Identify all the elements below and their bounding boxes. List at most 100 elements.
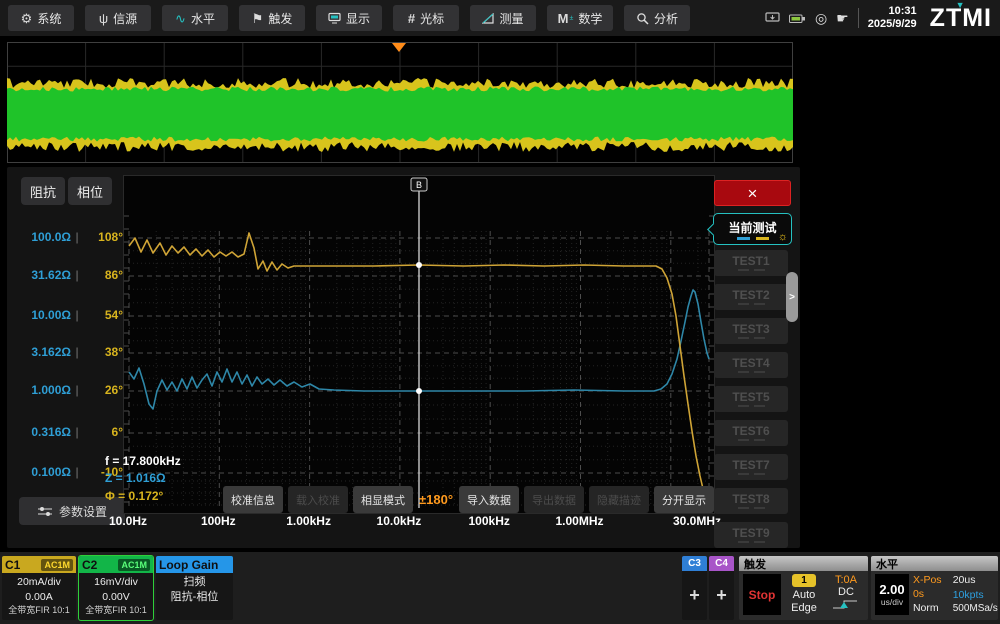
test-slot-9[interactable]: TEST9 <box>714 522 788 548</box>
scale-divider: | <box>71 230 83 244</box>
menu-item-analyze[interactable]: 分析 <box>624 5 690 31</box>
scale-row: 10.00Ω|54° <box>17 307 123 323</box>
menu-item-label: 数学 <box>578 10 602 27</box>
phase-tick: 108° <box>83 230 123 244</box>
sample-rate: 500MSa/s <box>953 603 998 614</box>
test-slot-4[interactable]: TEST4 <box>714 352 788 378</box>
test-trace-markers <box>714 507 788 509</box>
channel-c1-coupling: AC1M <box>41 559 73 571</box>
channel-c2-block[interactable]: C2 AC1M 16mV/div 0.00V 全带宽FIR 10:1 <box>79 556 153 620</box>
menu-item-label: 触发 <box>268 10 292 27</box>
action-button-6: 导出数据 <box>524 486 584 513</box>
loop-gain-block[interactable]: Loop Gain 扫频 阻抗-相位 <box>156 556 233 620</box>
action-button-2: 载入校准 <box>288 486 348 513</box>
menu-item-trigger[interactable]: ⚑ 触发 <box>239 5 305 31</box>
action-button-5[interactable]: 导入数据 <box>459 486 519 513</box>
scale-divider: | <box>71 268 83 282</box>
impedance-tick: 0.316Ω <box>17 425 71 439</box>
test-slot-6[interactable]: TEST6 <box>714 420 788 446</box>
close-panel-button[interactable]: × <box>714 180 791 206</box>
scale-divider: | <box>71 425 83 439</box>
menu-item-label: 信源 <box>113 10 137 27</box>
menu-item-label: 系统 <box>37 10 61 27</box>
action-button-1[interactable]: 校准信息 <box>223 486 283 513</box>
channel-c1-scale: 20mA/div <box>2 575 76 590</box>
test-slot-5[interactable]: TEST5 <box>714 386 788 412</box>
sliders-icon <box>37 505 53 518</box>
timebase-unit: us/div <box>881 597 903 607</box>
menu-item-source[interactable]: ψ信源 <box>85 5 151 31</box>
channel-c1-block[interactable]: C1 AC1M 20mA/div 0.00A 全带宽FIR 10:1 <box>2 556 76 620</box>
panel-expand-handle[interactable]: > <box>786 272 798 322</box>
action-button-7: 隐藏描迹 <box>589 486 649 513</box>
test-slot-label: TEST2 <box>732 288 769 302</box>
test-slot-3[interactable]: TEST3 <box>714 318 788 344</box>
menu-item-system[interactable]: ⚙系统 <box>8 5 74 31</box>
trigger-level: T:0A <box>835 574 857 586</box>
impedance-tick: 1.000Ω <box>17 383 71 397</box>
menu-item-cursor[interactable]: #光标 <box>393 5 459 31</box>
svg-text:B: B <box>416 180 422 190</box>
bode-chart[interactable]: B <box>123 175 715 514</box>
action-button-3[interactable]: 相显模式 <box>353 486 413 513</box>
cursor-impedance: Z = 1.016Ω <box>105 470 181 487</box>
trigger-type: Edge <box>791 602 817 614</box>
cursor-frequency: f = 17.800kHz <box>105 453 181 470</box>
menu-item-label: 测量 <box>499 10 523 27</box>
scale-divider: | <box>71 308 83 322</box>
menu-item-horizontal[interactable]: ∿ 水平 <box>162 5 228 31</box>
impedance-tick: 100.0Ω <box>17 230 71 244</box>
acquisition-mode: Norm <box>913 602 939 614</box>
test-trace-markers <box>714 405 788 407</box>
scale-divider: | <box>71 383 83 397</box>
test-slot-7[interactable]: TEST7 <box>714 454 788 480</box>
test-slot-label: TEST3 <box>732 322 769 336</box>
channel-c3-block[interactable]: C3 + <box>682 556 707 620</box>
freq-tick: 100kHz <box>469 514 510 528</box>
time-window: 20us <box>953 574 976 586</box>
loop-gain-kind: 阻抗-相位 <box>156 590 233 605</box>
channel-c2-scale: 16mV/div <box>79 575 153 590</box>
measure-icon <box>482 13 494 24</box>
scale-divider: | <box>71 465 83 479</box>
freq-tick: 10.0Hz <box>109 514 147 528</box>
impedance-tick: 3.162Ω <box>17 345 71 359</box>
channel-c1-header: C1 AC1M <box>2 556 76 573</box>
action-button-8[interactable]: 分开显示 <box>654 486 714 513</box>
trigger-icon: ⚑ <box>252 12 264 25</box>
menu-item-label: 分析 <box>654 10 678 27</box>
trigger-panel[interactable]: 触发 Stop 1 Auto Edge T:0A DC <box>739 556 868 620</box>
channel-c1-bandwidth: 全带宽FIR 10:1 <box>2 604 76 617</box>
test-slot-label: TEST7 <box>732 458 769 472</box>
impedance-tick: 10.00Ω <box>17 308 71 322</box>
test-slot-1[interactable]: TEST1 <box>714 250 788 276</box>
phase-range-indicator: ±180° <box>418 492 454 507</box>
test-slot-8[interactable]: TEST8 <box>714 488 788 514</box>
horizontal-panel[interactable]: 水平 2.00 us/div X-Pos 0s Norm 20us 10kpts… <box>871 556 998 620</box>
channel-c2-offset: 0.00V <box>79 590 153 605</box>
test-slot-label: TEST9 <box>732 526 769 540</box>
channel-c2-bandwidth: 全带宽FIR 10:1 <box>79 604 153 617</box>
channel-c4-block[interactable]: C4 + <box>709 556 734 620</box>
test-trace-markers <box>714 541 788 543</box>
rising-edge-icon <box>831 598 861 614</box>
tab-impedance[interactable]: 阻抗 <box>21 177 65 205</box>
horizontal-icon: ∿ <box>175 12 186 25</box>
test-slot-2[interactable]: TEST2 <box>714 284 788 310</box>
loop-gain-mode: 扫频 <box>156 575 233 590</box>
current-test-button[interactable]: 当前测试 ☼ <box>713 213 792 245</box>
timebase-box[interactable]: 2.00 us/div <box>875 574 909 615</box>
test-trace-markers <box>714 269 788 271</box>
test-trace-markers <box>714 337 788 339</box>
tab-phase[interactable]: 相位 <box>68 177 112 205</box>
menu-item-math[interactable]: M±数学 <box>547 5 613 31</box>
menu-item-display[interactable]: 显示 <box>316 5 382 31</box>
menu-item-label: 水平 <box>191 10 215 27</box>
channel-c1-offset: 0.00A <box>2 590 76 605</box>
trigger-mode[interactable]: Stop <box>743 574 781 615</box>
impedance-tick: 0.100Ω <box>17 465 71 479</box>
oscilloscope-screen: ⚙系统ψ信源∿水平⚑触发显示#光标测量M±数学分析 ◎☛ 10:31 2025/… <box>0 0 1000 624</box>
menu-item-measure[interactable]: 测量 <box>470 5 536 31</box>
current-test-label: 当前测试 <box>728 221 776 235</box>
add-channel-icon: + <box>689 585 700 606</box>
